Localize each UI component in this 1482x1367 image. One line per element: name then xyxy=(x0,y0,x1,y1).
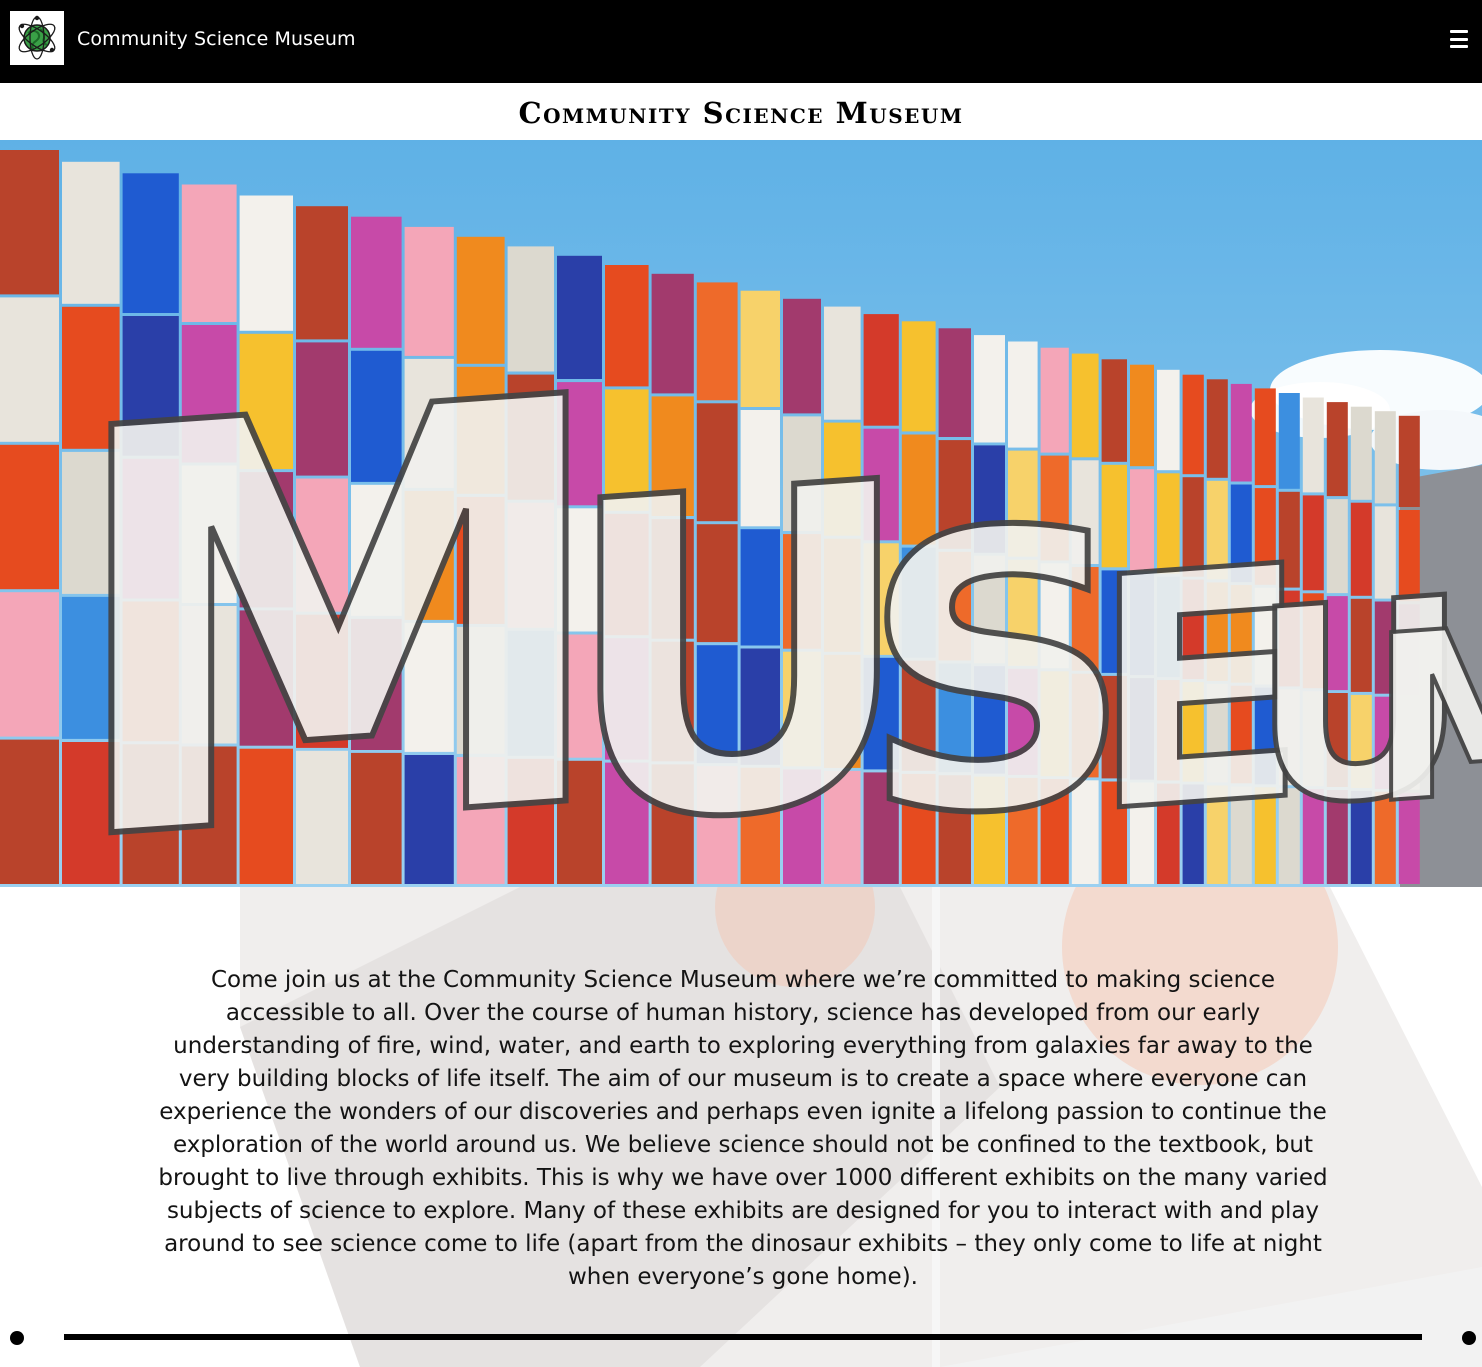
facade-panel xyxy=(62,161,120,304)
divider-dot-right xyxy=(1462,1331,1476,1345)
facade-panel xyxy=(1040,347,1069,453)
facade-panel xyxy=(1071,353,1099,458)
divider-dot-left xyxy=(10,1331,24,1345)
facade-panel xyxy=(0,739,59,884)
facade-panel xyxy=(0,297,59,442)
brand-name-link[interactable]: Community Science Museum xyxy=(77,28,356,50)
facade-panel xyxy=(1182,374,1204,475)
facade-panel xyxy=(0,150,59,295)
hamburger-bar xyxy=(1450,45,1468,48)
sign-letter: M xyxy=(60,278,617,887)
facade-panel xyxy=(651,273,694,394)
facade-panel xyxy=(1326,402,1348,497)
intro-paragraph: Come join us at the Community Science Mu… xyxy=(158,967,1328,1290)
facade-panel xyxy=(696,282,738,401)
hamburger-bar xyxy=(1450,37,1468,41)
facade-panel xyxy=(0,444,59,590)
hero-image: M U S E U M xyxy=(0,140,1482,887)
page-title: Community Science Museum xyxy=(518,96,964,130)
facade-panel xyxy=(1302,397,1324,493)
facade-panel xyxy=(1254,388,1276,486)
facade-panel xyxy=(181,184,237,322)
facade-panel xyxy=(122,173,179,313)
site-logo-link[interactable] xyxy=(10,11,64,65)
divider-line xyxy=(64,1334,1422,1340)
top-navbar: Community Science Museum xyxy=(0,0,1482,83)
atom-globe-logo-icon xyxy=(18,15,56,60)
hamburger-bar xyxy=(1450,30,1468,33)
facade-panel xyxy=(0,592,59,737)
facade-panel xyxy=(740,290,780,407)
facade-panel xyxy=(1230,383,1252,482)
facade-panel xyxy=(1278,393,1300,489)
museum-facade-image: M U S E U M xyxy=(0,140,1482,887)
facade-panel xyxy=(1206,379,1228,478)
facade-panel xyxy=(1157,369,1180,471)
facade-panel xyxy=(1398,415,1420,507)
sign-letter: M xyxy=(1370,572,1482,856)
facade-panel xyxy=(1374,411,1396,504)
facade-panel xyxy=(1350,406,1372,500)
hamburger-menu-icon[interactable] xyxy=(1450,30,1468,48)
facade-panel xyxy=(974,335,1005,443)
facade-panel xyxy=(1008,341,1038,448)
facade-panel xyxy=(938,328,971,437)
